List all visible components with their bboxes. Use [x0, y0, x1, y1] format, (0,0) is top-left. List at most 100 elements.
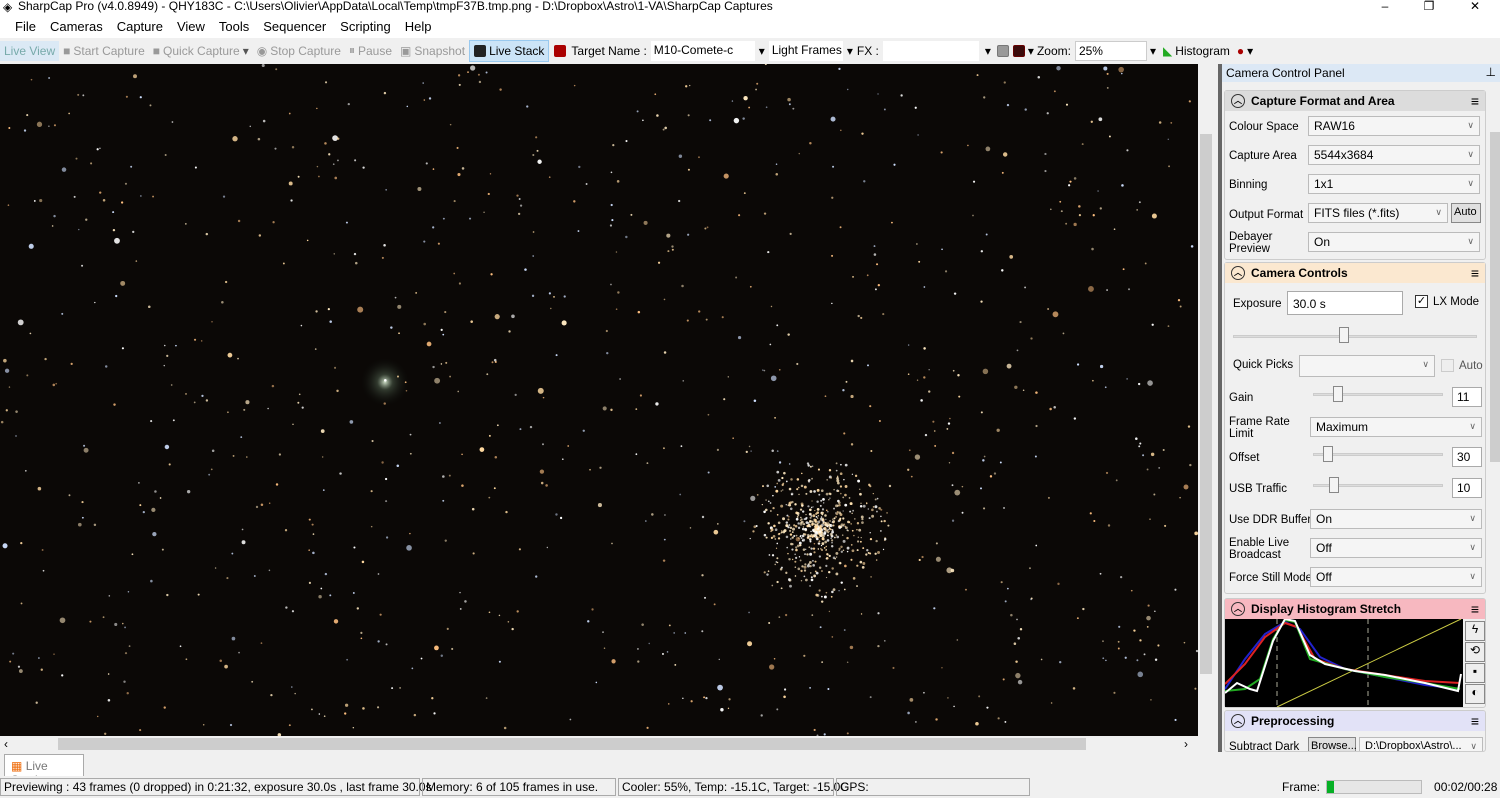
- menu-view[interactable]: View: [170, 16, 212, 38]
- lx-mode-checkbox[interactable]: ✓: [1415, 295, 1428, 308]
- close-button[interactable]: ✕: [1460, 0, 1490, 12]
- reticle-icon[interactable]: [1012, 44, 1025, 57]
- section-header[interactable]: ︿ Camera Controls ≡: [1225, 263, 1485, 283]
- scroll-thumb[interactable]: [1200, 134, 1212, 674]
- scroll-right-icon[interactable]: ›: [1184, 737, 1188, 751]
- menu-icon[interactable]: ≡: [1471, 93, 1479, 109]
- target-name-input[interactable]: M10-Comete-c: [650, 40, 755, 61]
- histogram-button[interactable]: ◣ Histogram: [1159, 41, 1234, 61]
- tab-live-stack[interactable]: ▦ Live Stack: [4, 754, 84, 787]
- auto-checkbox[interactable]: [1441, 359, 1454, 372]
- ddr-buffer-select[interactable]: On: [1310, 509, 1482, 529]
- maximize-button[interactable]: ❐: [1414, 0, 1444, 12]
- panel-scrollbar[interactable]: [1488, 82, 1500, 752]
- section-header[interactable]: ︿ Display Histogram Stretch ≡: [1225, 599, 1485, 619]
- memory-status: Memory: 6 of 105 frames in use.: [422, 778, 616, 796]
- pause-icon: ⏸: [348, 43, 355, 57]
- slider-thumb[interactable]: [1333, 386, 1343, 402]
- chevron-down-icon[interactable]: ▾: [1247, 44, 1253, 58]
- menu-cameras[interactable]: Cameras: [43, 16, 110, 38]
- pin-icon[interactable]: ⊥: [1486, 65, 1496, 79]
- image-vertical-scrollbar[interactable]: [1198, 64, 1214, 736]
- gain-input[interactable]: 11: [1452, 387, 1482, 407]
- binning-select[interactable]: 1x1: [1308, 174, 1480, 194]
- chevron-down-icon[interactable]: ▾: [243, 44, 249, 58]
- offset-input[interactable]: 30: [1452, 447, 1482, 467]
- menu-icon[interactable]: ≡: [1471, 265, 1479, 281]
- debayer-preview-select[interactable]: On: [1308, 232, 1480, 252]
- menu-icon[interactable]: ≡: [1471, 601, 1479, 617]
- minimize-button[interactable]: –: [1370, 0, 1400, 12]
- debayer-preview-label: Debayer Preview: [1229, 231, 1273, 255]
- menu-help[interactable]: Help: [398, 16, 439, 38]
- menu-file[interactable]: File: [8, 16, 43, 38]
- chevron-down-icon[interactable]: ▾: [843, 44, 857, 58]
- frame-type-select[interactable]: Light Frames: [768, 40, 843, 61]
- reset-icon[interactable]: ⟲: [1465, 642, 1485, 662]
- auto-stretch-icon[interactable]: ϟ: [1465, 621, 1485, 641]
- browse-button[interactable]: Browse...: [1308, 737, 1357, 751]
- fx-select[interactable]: [882, 40, 979, 61]
- collapse-icon[interactable]: ︿: [1231, 714, 1245, 728]
- toolbar: Live View ■ Start Capture ■ Quick Capture ▾…: [0, 38, 1500, 63]
- magnifier-icon[interactable]: ●: [1234, 44, 1247, 58]
- histogram-graph[interactable]: [1225, 619, 1463, 707]
- live-stack-icon: [474, 44, 487, 57]
- output-format-label: Output Format: [1229, 209, 1304, 221]
- image-horizontal-scrollbar[interactable]: ‹ ›: [0, 736, 1198, 752]
- auto-button[interactable]: Auto: [1451, 203, 1481, 223]
- exposure-input[interactable]: 30.0 s: [1287, 291, 1403, 315]
- target-name-dropdown[interactable]: ▾: [755, 44, 769, 58]
- image-viewer[interactable]: [0, 64, 1198, 736]
- pause-button[interactable]: ⏸ Pause: [345, 40, 396, 61]
- gain-label: Gain: [1229, 392, 1254, 404]
- chevron-down-icon[interactable]: ▾: [1147, 44, 1159, 58]
- panel-title: Camera Control Panel: [1226, 66, 1345, 80]
- stop-capture-button[interactable]: ◉ Stop Capture: [253, 41, 345, 61]
- start-capture-button[interactable]: ■ Start Capture: [59, 41, 149, 61]
- live-stack-button[interactable]: Live Stack: [469, 39, 550, 62]
- output-format-select[interactable]: FITS files (*.fits): [1308, 203, 1448, 223]
- no-target-icon[interactable]: [554, 44, 567, 57]
- grey-tool-icon[interactable]: [996, 44, 1009, 57]
- contrast-icon[interactable]: ◐: [1465, 684, 1485, 704]
- scroll-left-icon[interactable]: ‹: [4, 737, 8, 751]
- zoom-select[interactable]: 25%: [1074, 40, 1147, 61]
- menu-scripting[interactable]: Scripting: [333, 16, 398, 38]
- scroll-thumb[interactable]: [1490, 132, 1500, 462]
- chevron-down-icon[interactable]: ▾: [1025, 44, 1037, 58]
- collapse-icon[interactable]: ︿: [1231, 94, 1245, 108]
- menu-sequencer[interactable]: Sequencer: [256, 16, 333, 38]
- app-icon: ◈: [3, 0, 13, 14]
- collapse-icon[interactable]: ︿: [1231, 266, 1245, 280]
- section-header[interactable]: ︿ Preprocessing ≡: [1225, 711, 1485, 731]
- capture-area-select[interactable]: 5544x3684: [1308, 145, 1480, 165]
- title-bar: ◈ SharpCap Pro (v4.0.8949) - QHY183C - C…: [0, 0, 1500, 16]
- preprocessing-section: ︿ Preprocessing ≡ Subtract Dark Browse... …: [1224, 710, 1486, 752]
- live-broadcast-select[interactable]: Off: [1310, 538, 1482, 558]
- quick-picks-select[interactable]: [1299, 355, 1435, 377]
- slider-thumb[interactable]: [1339, 327, 1349, 343]
- chevron-down-icon[interactable]: ▾: [979, 44, 997, 58]
- save-icon[interactable]: ▪: [1465, 663, 1485, 683]
- camera-icon: ■: [152, 43, 161, 58]
- quick-capture-button[interactable]: ■ Quick Capture ▾: [149, 41, 253, 61]
- force-still-mode-select[interactable]: Off: [1310, 567, 1482, 587]
- lx-mode-label: LX Mode: [1433, 296, 1480, 308]
- slider-thumb[interactable]: [1323, 446, 1333, 462]
- scroll-thumb[interactable]: [58, 738, 1086, 750]
- exposure-slider[interactable]: [1233, 335, 1477, 338]
- dark-frame-select[interactable]: D:\Dropbox\Astro\...: [1359, 737, 1483, 751]
- collapse-icon[interactable]: ︿: [1231, 602, 1245, 616]
- snapshot-button[interactable]: ▣ Snapshot: [396, 41, 469, 61]
- slider-thumb[interactable]: [1329, 477, 1339, 493]
- colour-space-select[interactable]: RAW16: [1308, 116, 1480, 136]
- menu-tools[interactable]: Tools: [212, 16, 256, 38]
- cooler-status: Cooler: 55%, Temp: -15.1C, Target: -15.0…: [618, 778, 849, 796]
- live-view-button[interactable]: Live View: [0, 40, 60, 61]
- frame-rate-limit-select[interactable]: Maximum: [1310, 417, 1482, 437]
- usb-traffic-input[interactable]: 10: [1452, 478, 1482, 498]
- menu-capture[interactable]: Capture: [110, 16, 170, 38]
- section-header[interactable]: ︿ Capture Format and Area ≡: [1225, 91, 1485, 111]
- menu-icon[interactable]: ≡: [1471, 713, 1479, 729]
